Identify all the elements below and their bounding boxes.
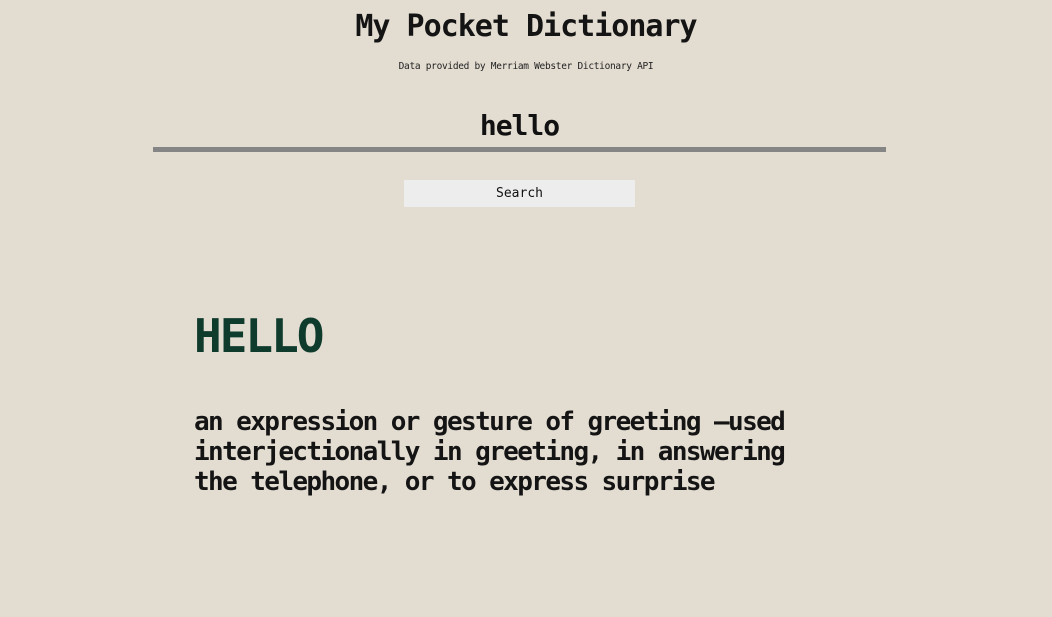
search-button[interactable]: Search — [404, 180, 635, 207]
search-area: Search — [153, 104, 886, 207]
search-input[interactable] — [153, 104, 886, 152]
api-attribution: Data provided by Merriam Webster Diction… — [398, 61, 654, 72]
app-title: My Pocket Dictionary — [355, 9, 697, 44]
result-panel: HELLO an expression or gesture of greeti… — [194, 308, 834, 497]
result-word: HELLO — [194, 309, 324, 363]
result-definition: an expression or gesture of greeting —us… — [194, 407, 786, 497]
header: My Pocket Dictionary Data provided by Me… — [0, 0, 1052, 72]
